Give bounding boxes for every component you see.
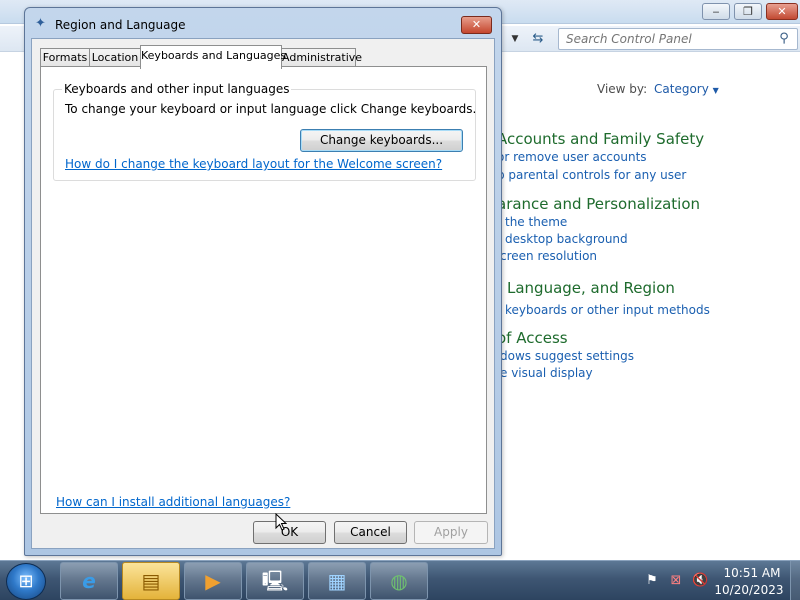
taskbar-network[interactable]: 🖳 xyxy=(246,562,304,600)
volume-muted-icon[interactable]: 🔇 xyxy=(692,573,708,589)
change-keyboards-button[interactable]: Change keyboards... xyxy=(300,129,463,152)
view-by-value: Category xyxy=(654,82,709,96)
refresh-icon[interactable]: ⇆ xyxy=(528,29,548,49)
globe-icon: ◍ xyxy=(390,569,408,593)
category-heading-appearance[interactable]: arance and Personalization xyxy=(497,195,700,213)
welcome-screen-help-link[interactable]: How do I change the keyboard layout for … xyxy=(65,157,442,171)
install-languages-help-link[interactable]: How can I install additional languages? xyxy=(56,495,290,509)
category-link[interactable]: keyboards or other input methods xyxy=(505,303,710,317)
dialog-close-button[interactable]: ✕ xyxy=(461,16,492,34)
taskbar-windows-explorer[interactable]: ▤ xyxy=(122,562,180,600)
close-button[interactable]: ✕ xyxy=(766,3,798,20)
view-by-dropdown[interactable]: Category ▼ xyxy=(654,82,719,96)
clock-time[interactable]: 10:51 AM xyxy=(722,566,782,580)
dialog-client-area: Formats Location Keyboards and Languages… xyxy=(31,38,495,549)
search-box[interactable]: ⚲ xyxy=(558,28,798,50)
taskbar-control-panel[interactable]: ▦ xyxy=(308,562,366,600)
tab-formats[interactable]: Formats xyxy=(40,48,90,68)
tab-location[interactable]: Location xyxy=(89,48,141,68)
keyboards-group: Keyboards and other input languages To c… xyxy=(53,82,477,181)
globe-icon: ✦ xyxy=(35,16,46,31)
category-link[interactable]: or remove user accounts xyxy=(497,150,647,164)
region-language-dialog: ✦ Region and Language ✕ Formats Location… xyxy=(24,7,502,556)
group-description: To change your keyboard or input languag… xyxy=(65,102,477,116)
chevron-down-icon: ▼ xyxy=(712,86,719,95)
network-computer-icon: 🖳 xyxy=(261,569,289,593)
maximize-button[interactable]: ❐ xyxy=(734,3,762,20)
view-by-label: View by: xyxy=(597,82,648,96)
group-label: Keyboards and other input languages xyxy=(62,82,292,96)
control-panel-icon: ▦ xyxy=(327,569,347,593)
tab-keyboards-and-languages[interactable]: Keyboards and Languages xyxy=(140,45,286,69)
internet-explorer-icon: e xyxy=(82,569,96,593)
show-desktop-button[interactable] xyxy=(790,561,800,600)
category-link[interactable]: creen resolution xyxy=(500,249,597,263)
windows-logo-icon: ⊞ xyxy=(18,571,34,592)
category-link[interactable]: the theme xyxy=(505,215,567,229)
action-center-flag-icon[interactable]: ⚑ xyxy=(644,573,660,589)
category-link[interactable]: desktop background xyxy=(505,232,628,246)
mouse-cursor-icon xyxy=(275,513,287,531)
tab-page: Keyboards and other input languages To c… xyxy=(40,66,487,514)
start-button[interactable]: ⊞ xyxy=(6,563,46,600)
network-error-icon[interactable]: ⊠ xyxy=(668,573,684,589)
category-heading-ease-of-access[interactable]: of Access xyxy=(497,329,568,347)
address-dropdown-icon[interactable]: ▼ xyxy=(506,29,524,49)
category-link[interactable]: dows suggest settings xyxy=(500,349,634,363)
taskbar-internet-explorer[interactable]: e xyxy=(60,562,118,600)
category-heading-accounts[interactable]: Accounts and Family Safety xyxy=(497,130,704,148)
apply-button[interactable]: Apply xyxy=(414,521,488,544)
dialog-title: Region and Language xyxy=(55,18,186,32)
folder-icon: ▤ xyxy=(141,569,161,593)
taskbar: ⊞ e ▤ ▶ 🖳 ▦ ◍ ⚑ ⊠ 🔇 10:51 AM 10/20/2023 xyxy=(0,560,800,600)
search-icon[interactable]: ⚲ xyxy=(775,30,793,48)
media-player-icon: ▶ xyxy=(205,569,221,593)
minimize-button[interactable]: ‒ xyxy=(702,3,730,20)
category-heading-clock-language-region[interactable]: Language, and Region xyxy=(507,279,675,297)
taskbar-globe-app[interactable]: ◍ xyxy=(370,562,428,600)
search-input[interactable] xyxy=(559,29,771,49)
category-link[interactable]: e visual display xyxy=(500,366,593,380)
ok-button[interactable]: OK xyxy=(253,521,326,544)
clock-date[interactable]: 10/20/2023 xyxy=(712,583,786,597)
category-link[interactable]: p parental controls for any user xyxy=(497,168,686,182)
taskbar-media-player[interactable]: ▶ xyxy=(184,562,242,600)
tab-administrative[interactable]: Administrative xyxy=(281,48,362,68)
cancel-button[interactable]: Cancel xyxy=(334,521,407,544)
